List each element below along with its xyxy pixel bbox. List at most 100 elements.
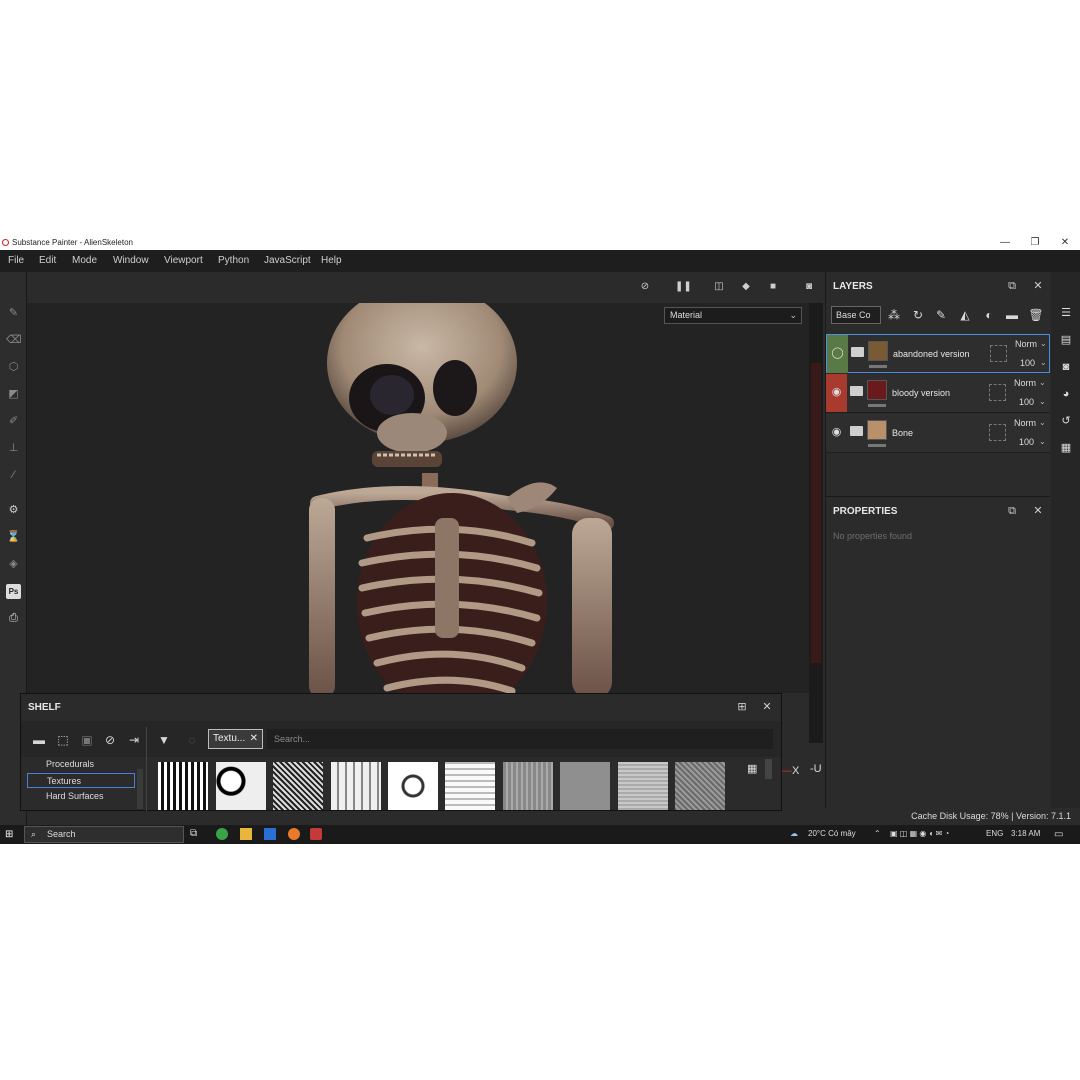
magic-wand-icon[interactable]: ⁂ bbox=[886, 307, 902, 323]
shelf-scrollbar[interactable] bbox=[765, 759, 772, 779]
projection-icon[interactable]: ⬡ bbox=[6, 360, 21, 375]
shelf-category-procedurals[interactable]: Procedurals bbox=[27, 757, 135, 772]
texture-thumbnail[interactable] bbox=[216, 762, 266, 810]
folder-icon[interactable]: ▬ bbox=[31, 732, 47, 748]
delete-layer-icon[interactable]: 🗑 bbox=[1028, 307, 1044, 323]
maximize-icon[interactable]: ⊞ bbox=[736, 701, 748, 713]
chevron-down-icon[interactable]: ⌄ bbox=[1040, 339, 1047, 348]
menu-file[interactable]: File bbox=[8, 255, 24, 266]
add-folder-icon[interactable]: ▬ bbox=[1004, 307, 1020, 323]
texture-thumbnail[interactable] bbox=[388, 762, 438, 810]
display-settings-icon[interactable]: ◙ bbox=[1059, 360, 1073, 374]
close-window-button[interactable]: ✕ bbox=[1050, 236, 1080, 250]
minimize-button[interactable]: — bbox=[990, 236, 1020, 250]
popout-icon[interactable]: ⧉ bbox=[1006, 280, 1018, 292]
language-indicator[interactable]: ENG bbox=[986, 829, 1003, 838]
menu-viewport[interactable]: Viewport bbox=[164, 255, 203, 266]
blender-icon[interactable] bbox=[288, 828, 300, 840]
log-icon[interactable]: ▦ bbox=[1059, 441, 1073, 455]
history-icon[interactable]: ↺ bbox=[1059, 414, 1073, 428]
settings-icon[interactable]: ⚙ bbox=[6, 503, 21, 518]
photos-icon[interactable] bbox=[264, 828, 276, 840]
new-folder-icon[interactable]: ⬚ bbox=[55, 732, 71, 748]
hide-icon[interactable]: ⊘ bbox=[102, 732, 118, 748]
close-icon[interactable]: ✕ bbox=[250, 730, 258, 748]
add-mask-icon[interactable]: ◐ bbox=[981, 307, 997, 323]
3d-viewport[interactable] bbox=[27, 303, 809, 693]
bake-icon[interactable]: ⌛ bbox=[6, 530, 21, 545]
shelf-filter-tag[interactable]: Textu... ✕ bbox=[208, 729, 263, 749]
blend-mode[interactable]: Norm bbox=[1014, 378, 1036, 388]
texture-thumbnail[interactable] bbox=[273, 762, 323, 810]
notifications-icon[interactable]: ▭ bbox=[1054, 829, 1063, 840]
screenshot-icon[interactable]: ◙ bbox=[802, 280, 816, 294]
save-icon[interactable]: ▣ bbox=[79, 732, 95, 748]
texture-thumbnail[interactable] bbox=[445, 762, 495, 810]
shelf-category-hard-surfaces[interactable]: Hard Surfaces bbox=[27, 789, 135, 804]
plugin-icon[interactable]: ◈ bbox=[6, 557, 21, 572]
uv-viewport[interactable] bbox=[809, 303, 823, 743]
import-icon[interactable]: ⇥ bbox=[126, 732, 142, 748]
shelf-category-textures[interactable]: Textures bbox=[27, 773, 135, 788]
chevron-down-icon[interactable]: ⌄ bbox=[1039, 418, 1046, 427]
layer-opacity[interactable]: 100 bbox=[1019, 437, 1034, 447]
export-icon[interactable]: ⎙ bbox=[6, 611, 21, 626]
layer-opacity[interactable]: 100 bbox=[1019, 397, 1034, 407]
texture-thumbnail[interactable] bbox=[158, 762, 208, 810]
camera-icon[interactable]: ■ bbox=[766, 280, 780, 294]
taskbar-search[interactable]: ⌕ Search bbox=[24, 826, 184, 843]
layers-dock-icon[interactable]: ☰ bbox=[1059, 306, 1073, 320]
cube-view-icon[interactable]: ◆ bbox=[739, 280, 753, 294]
layer-mask-slot[interactable] bbox=[989, 424, 1006, 441]
polygon-fill-icon[interactable]: ◩ bbox=[6, 387, 21, 402]
eye-icon[interactable]: ◉ bbox=[830, 426, 843, 439]
add-paint-layer-icon[interactable]: ✎ bbox=[933, 307, 949, 323]
task-view-icon[interactable]: ⧉ bbox=[190, 828, 202, 840]
popout-icon[interactable]: ⧉ bbox=[1006, 505, 1018, 517]
close-icon[interactable]: ✕ bbox=[1032, 280, 1044, 292]
tray-icons[interactable]: ▣ ◫ ▦ ◉ ◖ ✉ ◔ bbox=[890, 829, 949, 838]
add-effect-icon[interactable]: ↻ bbox=[910, 307, 926, 323]
grid-view-icon[interactable]: ▦ bbox=[747, 763, 759, 775]
blend-mode[interactable]: Norm bbox=[1014, 418, 1036, 428]
layer-row[interactable]: ◉ Bone Norm ⌄ 100 ⌄ bbox=[826, 414, 1050, 453]
layer-row[interactable]: ◉ bloody version Norm ⌄ 100 ⌄ bbox=[826, 374, 1050, 413]
eye-icon[interactable]: ◉ bbox=[830, 386, 843, 399]
layer-opacity[interactable]: 100 bbox=[1020, 358, 1035, 368]
chevron-down-icon[interactable]: ⌄ bbox=[1039, 378, 1046, 387]
eye-icon[interactable]: ◯ bbox=[831, 347, 844, 360]
layer-mask-slot[interactable] bbox=[989, 384, 1006, 401]
chevron-up-icon[interactable]: ⌃ bbox=[874, 829, 881, 838]
filter-icon[interactable]: ▼ bbox=[156, 732, 172, 748]
hide-ui-icon[interactable]: ⊘ bbox=[638, 280, 652, 294]
smudge-icon[interactable]: ✐ bbox=[6, 414, 21, 429]
viewport-mode-select[interactable]: Material ⌄ bbox=[664, 307, 802, 324]
file-explorer-icon[interactable] bbox=[240, 828, 252, 840]
blend-mode[interactable]: Norm bbox=[1015, 339, 1037, 349]
menu-python[interactable]: Python bbox=[218, 255, 249, 266]
add-fill-layer-icon[interactable]: ◭ bbox=[957, 307, 973, 323]
chevron-down-icon[interactable]: ⌄ bbox=[1039, 397, 1046, 406]
texture-thumbnail[interactable] bbox=[331, 762, 381, 810]
layer-row[interactable]: ◯ abandoned version Norm ⌄ 100 ⌄ bbox=[826, 334, 1050, 373]
restore-button[interactable]: ❐ bbox=[1020, 236, 1050, 250]
layer-mask-slot[interactable] bbox=[990, 345, 1007, 362]
shader-icon[interactable]: ◕ bbox=[1059, 387, 1073, 401]
clone-stamp-icon[interactable]: ⊥ bbox=[6, 441, 21, 456]
texture-thumbnail[interactable] bbox=[675, 762, 725, 810]
pause-icon[interactable]: ❚❚ bbox=[675, 280, 692, 294]
substance-painter-icon[interactable] bbox=[310, 828, 322, 840]
weather-text[interactable]: 20°C Có mây bbox=[808, 829, 856, 838]
texture-thumbnail[interactable] bbox=[560, 762, 610, 810]
clock[interactable]: 3:18 AM bbox=[1011, 829, 1040, 838]
menu-help[interactable]: Help bbox=[321, 255, 342, 266]
texture-thumbnail[interactable] bbox=[503, 762, 553, 810]
category-scrollbar[interactable] bbox=[137, 769, 143, 809]
color-picker-icon[interactable]: ⁄ bbox=[6, 468, 21, 483]
menu-mode[interactable]: Mode bbox=[72, 255, 97, 266]
photoshop-icon[interactable]: Ps bbox=[6, 584, 21, 599]
chevron-down-icon[interactable]: ⌄ bbox=[1040, 358, 1047, 367]
shelf-search-input[interactable] bbox=[267, 729, 773, 749]
windows-start-icon[interactable]: ⊞ bbox=[5, 829, 16, 840]
eraser-icon[interactable]: ⌫ bbox=[6, 333, 22, 348]
